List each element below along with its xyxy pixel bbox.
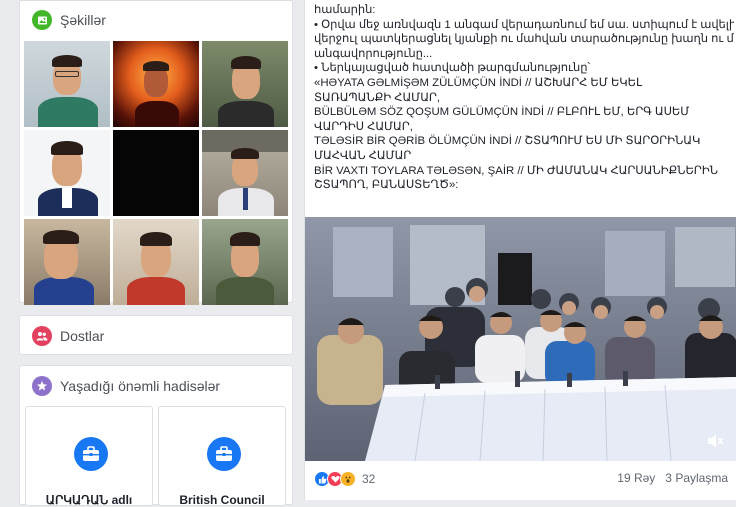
reaction-count: 32 bbox=[362, 472, 376, 486]
life-event-label: ԱՐԿԱԴԱՆ adlı bbox=[45, 493, 133, 507]
photo-thumbnail[interactable] bbox=[24, 219, 110, 305]
post-text-line: անգավորությունը... bbox=[314, 47, 433, 60]
life-events-card-title: Yaşadığı önəmli hadisələr bbox=[60, 378, 221, 394]
photo-thumbnail[interactable] bbox=[24, 41, 110, 127]
photos-card-header[interactable]: Şəkillər bbox=[32, 10, 106, 30]
life-events-card: Yaşadığı önəmli hadisələr ԱՐԿԱԴԱՆ adlı B… bbox=[19, 365, 293, 507]
post-text-line: • Ներկայացված հատվածի թարգմանությունը՝ bbox=[314, 62, 591, 75]
photo-thumbnail[interactable] bbox=[202, 130, 288, 216]
post-text-line: «HƏYATA GƏLMİŞƏM ZÜLÜMÇÜN İNDİ // ԱՇԽԱՐՀ… bbox=[314, 76, 643, 89]
wow-reaction-icon bbox=[340, 471, 356, 487]
post-text-line: ՏԱՌԱՊԱՆՔԻ ՀԱՄԱՐ, bbox=[314, 91, 440, 104]
life-event-label: British Council bbox=[179, 493, 265, 507]
photo-icon bbox=[32, 10, 52, 30]
star-icon bbox=[32, 376, 52, 396]
life-events-card-header[interactable]: Yaşadığı önəmli hadisələr bbox=[32, 376, 220, 396]
friends-card-title: Dostlar bbox=[60, 328, 105, 344]
post-stats[interactable]: 19 Rəy 3 Paylaşma bbox=[617, 471, 728, 485]
photo-thumbnail[interactable] bbox=[202, 41, 288, 127]
friends-icon bbox=[32, 326, 52, 346]
post-text: համարին: • Օրվա մեջ առնվազն 1 անգամ վերա… bbox=[314, 3, 734, 193]
photo-thumbnail[interactable] bbox=[113, 130, 199, 216]
video-player[interactable] bbox=[305, 217, 736, 461]
photo-thumbnail[interactable] bbox=[113, 219, 199, 305]
reactions-summary[interactable]: 32 bbox=[314, 471, 375, 487]
post-text-line: ՄԱՀՎԱՆ ՀԱՄԱՐ bbox=[314, 149, 412, 162]
post-text-line: ՇՏԱՊՈՂ, ԲԱՆԱՍՏԵՂԾ»: bbox=[314, 179, 459, 192]
photos-card-title: Şəkillər bbox=[60, 12, 106, 28]
friends-card: Dostlar bbox=[19, 315, 293, 355]
post-text-line: համարին: bbox=[314, 4, 376, 16]
friends-card-header[interactable]: Dostlar bbox=[32, 326, 104, 346]
briefcase-icon bbox=[74, 437, 108, 471]
post-text-line: վերջուլ պատկերացնել կյանքի ու մահվան տար… bbox=[314, 33, 734, 46]
photos-card: Şəkillər bbox=[19, 0, 293, 305]
post-card: համարին: • Օրվա մեջ առնվազն 1 անգամ վերա… bbox=[304, 0, 736, 500]
post-text-line: TƏLƏSİR BİR QƏRİB ÖLÜMÇÜN İNDİ // ՇՏԱՊՈՒ… bbox=[314, 135, 701, 148]
volume-icon[interactable] bbox=[707, 433, 725, 449]
briefcase-icon bbox=[207, 437, 241, 471]
photo-thumbnail[interactable] bbox=[24, 130, 110, 216]
post-text-line: ՎԱՐԴԻՍ ՀԱՄԱՐ, bbox=[314, 120, 413, 133]
post-text-line: • Օրվա մեջ առնվազն 1 անգամ վերադառնում ե… bbox=[314, 18, 734, 31]
post-text-line: BÜLBÜLƏM SÖZ QOŞUM GÜLÜMÇÜN İNDİ // ԲԼԲՈ… bbox=[314, 106, 690, 119]
video-frame bbox=[305, 217, 736, 461]
post-text-line: BİR VAXTI TOYLARA TƏLƏSƏN, ŞAİR // ՄԻ ԺԱ… bbox=[314, 164, 718, 177]
photo-thumbnail[interactable] bbox=[113, 41, 199, 127]
life-event-item[interactable]: British Council bbox=[158, 406, 286, 507]
photo-thumbnail[interactable] bbox=[202, 219, 288, 305]
photo-grid bbox=[24, 41, 288, 305]
life-event-item[interactable]: ԱՐԿԱԴԱՆ adlı bbox=[25, 406, 153, 507]
